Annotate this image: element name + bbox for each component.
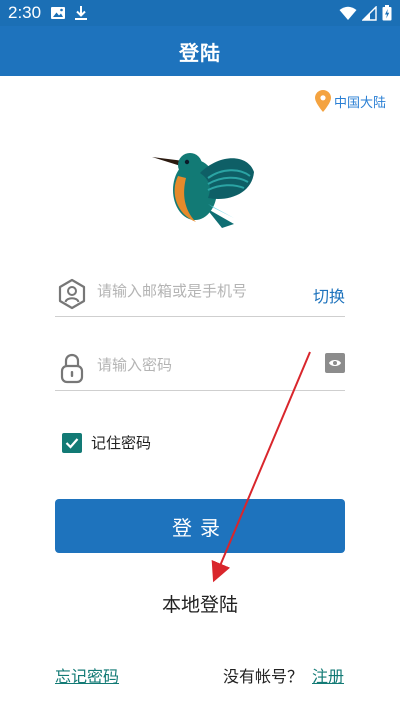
checkmark-icon bbox=[65, 437, 79, 449]
no-account-label: 没有帐号？ bbox=[223, 667, 304, 686]
wifi-icon bbox=[339, 6, 357, 20]
register-link[interactable]: 注册 bbox=[312, 663, 344, 687]
status-left-icons bbox=[50, 5, 88, 21]
login-button[interactable]: 登录 bbox=[55, 499, 345, 553]
app-logo bbox=[152, 153, 254, 228]
account-input[interactable] bbox=[97, 278, 297, 304]
app-bar: 登陆 bbox=[0, 26, 400, 76]
remember-checkbox[interactable] bbox=[62, 432, 82, 453]
switch-account-type-button[interactable]: 切换 bbox=[313, 283, 345, 307]
local-login-button[interactable]: 本地登陆 bbox=[0, 590, 400, 617]
image-icon bbox=[51, 7, 65, 19]
eye-icon bbox=[329, 360, 341, 366]
password-field bbox=[55, 344, 345, 391]
lock-icon bbox=[60, 353, 84, 384]
region-selector[interactable]: 中国大陆 bbox=[314, 90, 386, 112]
status-right-icons bbox=[339, 5, 392, 21]
forgot-password-link[interactable]: 忘记密码 bbox=[55, 663, 119, 687]
status-bar: 2:30 bbox=[0, 0, 400, 26]
user-shield-icon bbox=[58, 278, 86, 310]
remember-password[interactable]: 记住密码 bbox=[62, 432, 151, 453]
location-pin-icon bbox=[314, 90, 331, 112]
remember-label: 记住密码 bbox=[91, 434, 152, 452]
page-title: 登陆 bbox=[179, 40, 221, 65]
battery-icon bbox=[382, 5, 392, 21]
password-input[interactable] bbox=[97, 352, 297, 378]
signal-icon bbox=[362, 5, 377, 21]
download-icon bbox=[75, 6, 87, 20]
status-time: 2:30 bbox=[8, 3, 42, 22]
password-visibility-toggle[interactable] bbox=[325, 353, 345, 373]
region-label: 中国大陆 bbox=[333, 95, 386, 111]
account-field: 切换 bbox=[55, 270, 345, 317]
